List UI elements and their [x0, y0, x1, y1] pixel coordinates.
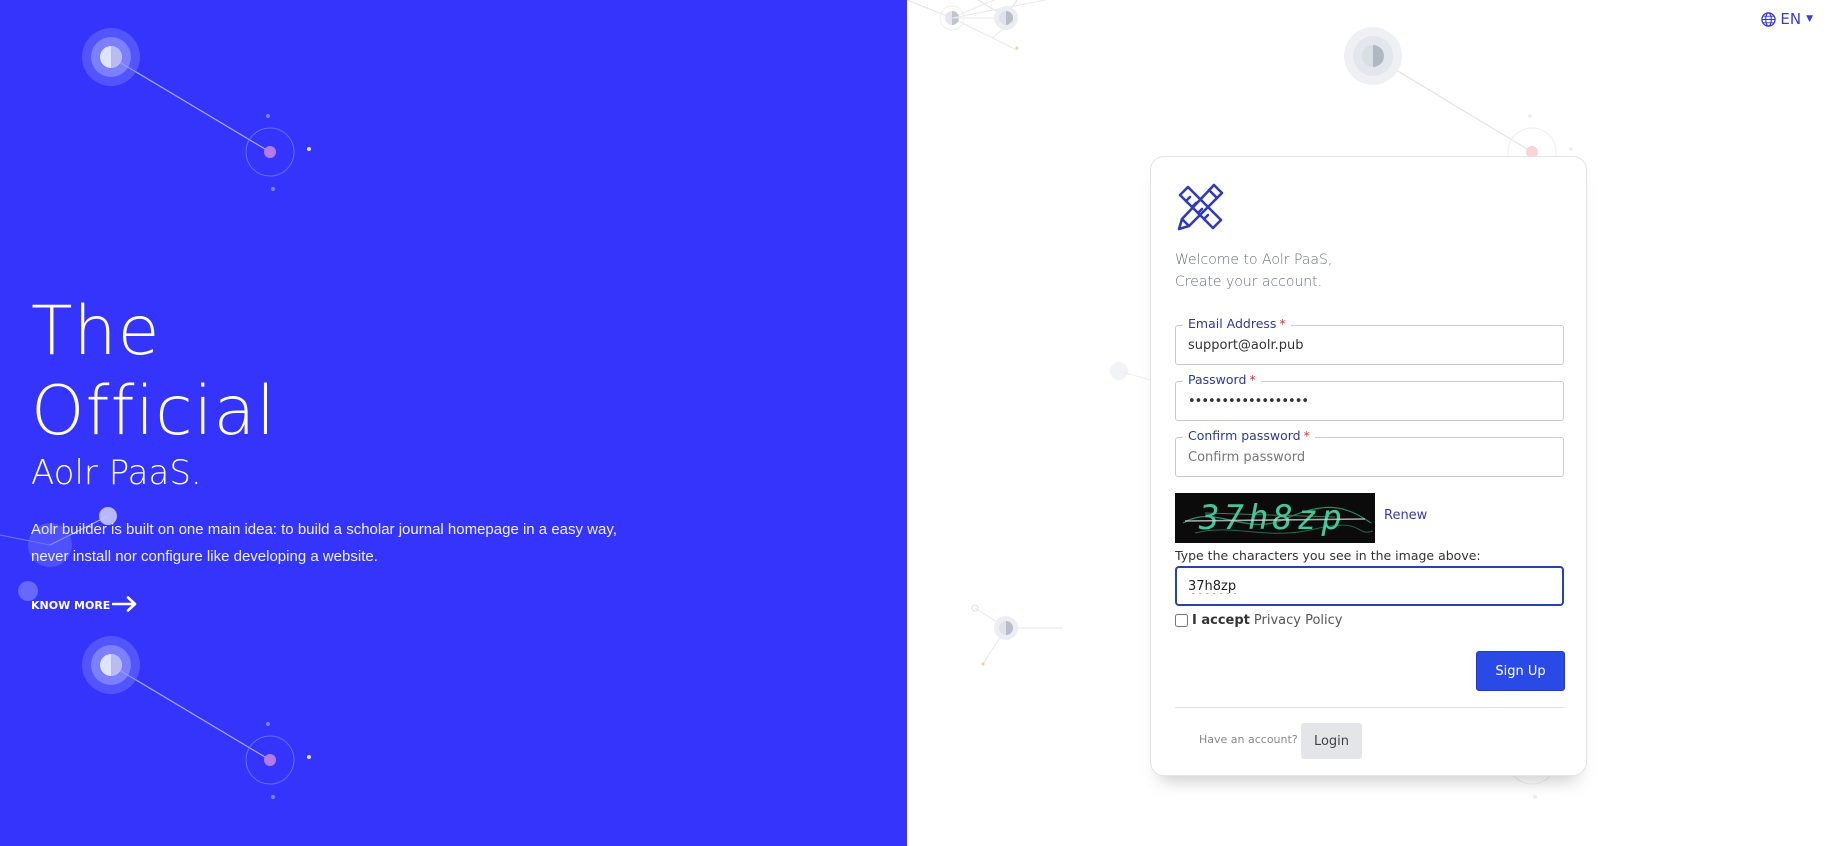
deco-node-group-bottom — [82, 636, 311, 799]
hero-text: The Official Aolr PaaS. Aolr builder is … — [31, 292, 651, 615]
required-mark: * — [1303, 428, 1310, 443]
welcome-text: Welcome to Aolr PaaS, Create your accoun… — [1175, 249, 1332, 293]
hero-title-line-3: Aolr PaaS. — [31, 453, 202, 493]
signup-card: Welcome to Aolr PaaS, Create your accoun… — [1150, 156, 1587, 776]
email-input[interactable] — [1175, 325, 1564, 365]
password-input[interactable] — [1175, 381, 1564, 421]
required-mark: * — [1279, 316, 1286, 331]
have-account-text: Have an account? — [1199, 733, 1298, 746]
confirm-password-label: Confirm password * — [1183, 428, 1315, 443]
know-more-label: KNOW MORE — [31, 599, 111, 612]
captcha-text: 37h8zp — [1198, 498, 1346, 538]
deco-node-group-top — [82, 28, 311, 191]
accept-label: I accept — [1192, 613, 1250, 628]
caret-down-icon: ▼ — [1806, 14, 1813, 24]
hero-description: Aolr builder is built on one main idea: … — [31, 521, 617, 565]
confirm-password-input[interactable] — [1175, 437, 1564, 477]
language-label: EN — [1780, 10, 1802, 28]
captcha-input[interactable] — [1175, 566, 1564, 606]
signup-button[interactable]: Sign Up — [1476, 651, 1565, 691]
hero-panel: The Official Aolr PaaS. Aolr builder is … — [0, 0, 907, 846]
required-mark: * — [1249, 372, 1256, 387]
password-field-group: Password * — [1175, 372, 1564, 421]
captcha-renew-link[interactable]: Renew — [1384, 508, 1427, 523]
welcome-line-2: Create your account. — [1175, 274, 1323, 290]
captcha-image: 37h8zp — [1175, 493, 1375, 543]
email-field-group: Email Address * — [1175, 316, 1564, 365]
confirm-password-field-group: Confirm password * — [1175, 428, 1564, 477]
captcha-hint: Type the characters you see in the image… — [1175, 548, 1481, 563]
globe-icon — [1761, 11, 1777, 27]
accept-policy: I accept Privacy Policy — [1175, 613, 1343, 628]
password-label: Password * — [1183, 372, 1261, 387]
language-selector[interactable]: EN ▼ — [1761, 10, 1813, 28]
privacy-policy-link[interactable]: Privacy Policy — [1254, 613, 1343, 628]
welcome-line-1: Welcome to Aolr PaaS, — [1175, 252, 1333, 268]
email-label: Email Address * — [1183, 316, 1291, 331]
divider — [1175, 707, 1565, 708]
captcha-field-group — [1175, 566, 1564, 606]
arrow-right-icon — [112, 596, 138, 615]
know-more-link[interactable]: KNOW MORE — [31, 596, 138, 615]
accept-checkbox[interactable] — [1175, 614, 1188, 627]
hero-title-line-2: Official — [31, 372, 277, 451]
signup-panel: EN ▼ Welcome to Aolr PaaS, Create your a… — [907, 0, 1825, 846]
login-button[interactable]: Login — [1301, 723, 1362, 759]
pencil-ruler-icon — [1174, 181, 1226, 238]
hero-title-line-1: The — [31, 292, 161, 371]
